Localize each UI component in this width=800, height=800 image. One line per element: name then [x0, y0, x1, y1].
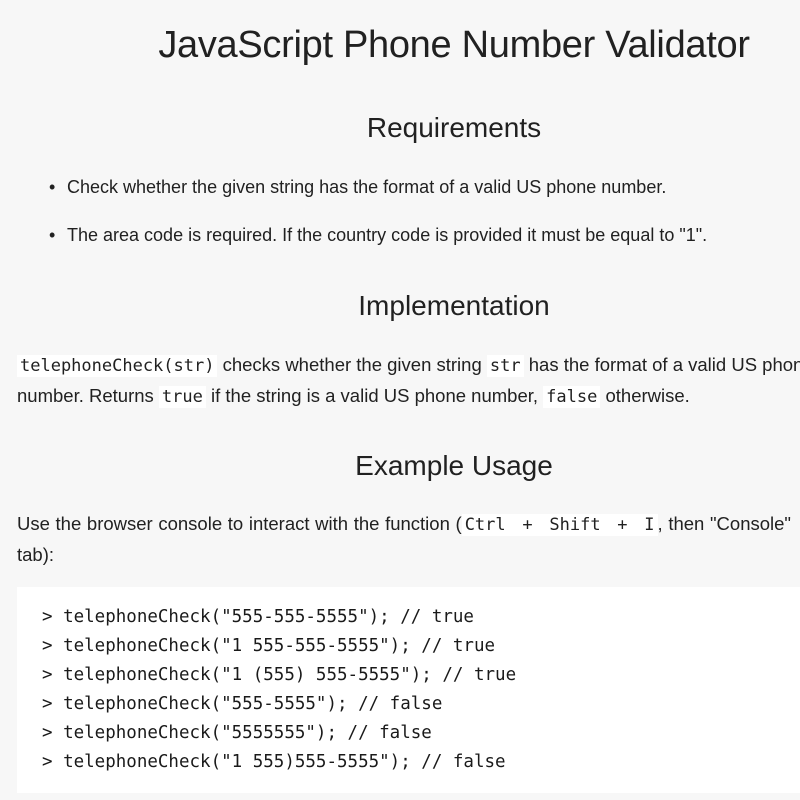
- list-item: • The area code is required. If the coun…: [47, 223, 800, 247]
- code-line: > telephoneCheck("555-555-5555"); // tru…: [42, 607, 474, 627]
- key-ctrl: Ctrl: [461, 514, 509, 536]
- paragraph-text: checks whether the given string: [217, 354, 487, 375]
- inline-code-argument: str: [486, 355, 524, 377]
- bullet-icon: •: [49, 225, 56, 245]
- key-i: I: [641, 514, 658, 536]
- list-item-text: The area code is required. If the countr…: [67, 225, 708, 245]
- code-line: > telephoneCheck("1 (555) 555-5555"); //…: [42, 665, 517, 685]
- page-title: JavaScript Phone Number Validator: [158, 24, 750, 66]
- implementation-paragraph: telephoneCheck(str) checks whether the g…: [17, 350, 800, 412]
- code-line: > telephoneCheck("1 555)555-5555"); // f…: [42, 752, 506, 772]
- key-plus: +: [508, 514, 547, 536]
- inline-code-false: false: [543, 386, 601, 408]
- requirements-heading: Requirements: [366, 112, 542, 143]
- usage-paragraph: Use the browser console to interact with…: [17, 509, 791, 569]
- list-item: • Check whether the given string has the…: [47, 175, 800, 199]
- list-item-text: Check whether the given string has the f…: [67, 177, 667, 197]
- code-line: > telephoneCheck("1 555-555-5555"); // t…: [42, 636, 496, 656]
- paragraph-text: Use the browser console to interact with…: [17, 513, 462, 534]
- implementation-heading: Implementation: [358, 290, 550, 321]
- paragraph-text: if the string is a valid US phone number…: [205, 385, 544, 406]
- paragraph-text: otherwise.: [600, 385, 690, 406]
- usage-heading: Example Usage: [355, 450, 553, 481]
- inline-code-true: true: [158, 386, 206, 408]
- inline-code-function: telephoneCheck(str): [17, 355, 218, 377]
- requirements-list: • Check whether the given string has the…: [47, 175, 800, 271]
- code-line: > telephoneCheck("555-5555"); // false: [42, 694, 443, 714]
- key-plus: +: [603, 514, 642, 536]
- key-shift: Shift: [546, 514, 604, 536]
- bullet-icon: •: [49, 177, 56, 197]
- code-block: > telephoneCheck("555-555-5555"); // tru…: [17, 587, 800, 793]
- code-line: > telephoneCheck("5555555"); // false: [42, 723, 432, 743]
